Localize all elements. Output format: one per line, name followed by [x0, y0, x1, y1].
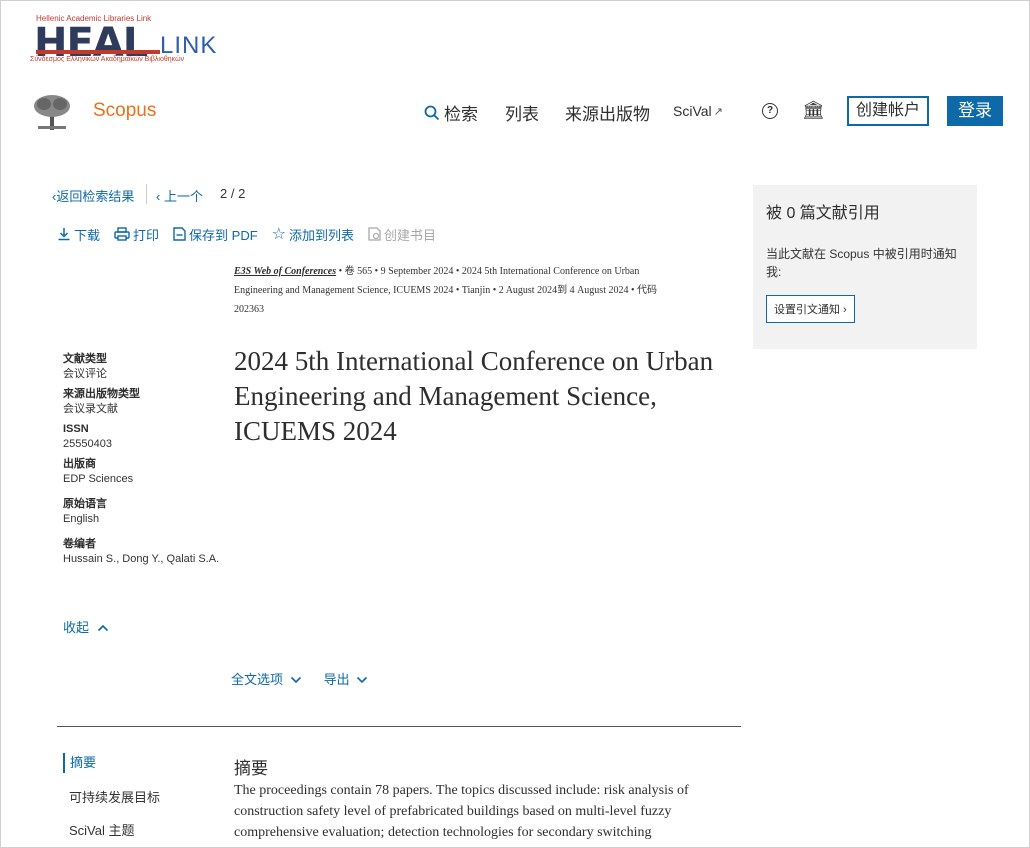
toc-item-scival-topic[interactable]: SciVal 主题 [63, 820, 160, 839]
document-actions: 下载 打印 保存到 PDF ☆ 添加到列表 创建书目 [57, 224, 436, 244]
back-to-results-link[interactable]: ‹返回检索结果 [52, 186, 134, 205]
save-pdf-button[interactable]: 保存到 PDF [173, 224, 258, 244]
journal-link[interactable]: E3S Web of Conferences [234, 266, 336, 277]
search-icon [424, 105, 440, 120]
meta-line-1: E3S Web of Conferences • 卷 565 • 9 Septe… [234, 262, 739, 281]
meta-line-1-rest: • 卷 565 • 9 September 2024 • 2024 5th In… [336, 266, 640, 277]
cited-by-panel: 被 0 篇文献引用 当此文献在 Scopus 中被引用时通知我: 设置引文通知 … [753, 185, 977, 349]
set-citation-alert-label: 设置引文通知 [774, 304, 840, 316]
download-button[interactable]: 下载 [57, 224, 100, 244]
result-pager: 2 / 2 [220, 186, 246, 201]
source-type-value: 会议录文献 [63, 403, 118, 415]
abstract-text: The proceedings contain 78 papers. The t… [234, 783, 689, 840]
nav-sources[interactable]: 来源出版物 [565, 100, 650, 125]
chevron-left-icon: ‹ [156, 189, 164, 204]
nav-search[interactable]: 检索 [424, 100, 478, 125]
export-label: 导出 [323, 672, 350, 687]
document-title: 2024 5th International Conference on Urb… [234, 346, 714, 446]
abstract-heading: 摘要 [234, 759, 268, 778]
cited-by-heading: 被 0 篇文献引用 [766, 205, 880, 222]
back-to-results-label: 返回检索结果 [56, 189, 135, 204]
publisher-key: 出版商 [63, 458, 96, 470]
nav-lists[interactable]: 列表 [505, 100, 539, 125]
nav-search-label: 检索 [444, 105, 478, 124]
meta-line-2: Engineering and Management Science, ICUE… [234, 285, 657, 296]
login-button[interactable]: 登录 [947, 96, 1003, 126]
section-divider [57, 726, 741, 727]
section-nav: 摘要 可持续发展目标 SciVal 主题 [63, 753, 160, 839]
print-icon [114, 227, 130, 241]
language-key: 原始语言 [63, 498, 107, 510]
editors-key: 卷编者 [63, 538, 96, 550]
collapse-label: 收起 [63, 620, 90, 635]
document-details: 文献类型 会议评论 来源出版物类型 会议录文献 ISSN 25550403 出版… [63, 352, 223, 572]
editors-value: Hussain S., Dong Y., Qalati S.A. [63, 553, 220, 565]
create-bibliography-label: 创建书目 [384, 227, 437, 243]
download-icon [58, 228, 70, 241]
create-bibliography-button[interactable]: 创建书目 [368, 224, 436, 244]
add-to-list-label: 添加到列表 [289, 227, 355, 243]
issn-value: 25550403 [63, 438, 112, 450]
language-value: English [63, 513, 100, 525]
source-type-key: 来源出版物类型 [63, 388, 140, 400]
create-account-button[interactable]: 创建帐户 [847, 96, 929, 126]
full-text-options-label: 全文选项 [231, 672, 284, 687]
source-metadata: E3S Web of Conferences • 卷 565 • 9 Septe… [234, 262, 739, 319]
toc-item-sdg[interactable]: 可持续发展目标 [63, 787, 160, 806]
doc-type-key: 文献类型 [63, 353, 107, 365]
chevron-right-icon: › [840, 304, 847, 316]
toc-item-abstract[interactable]: 摘要 [63, 753, 160, 773]
previous-link[interactable]: ‹ 上一个 [156, 186, 203, 205]
issn-key: ISSN [63, 423, 89, 435]
pdf-icon [173, 227, 186, 241]
institution-icon[interactable]: 🏛 [802, 100, 825, 121]
download-label: 下载 [74, 227, 101, 243]
bibliography-icon [368, 227, 381, 241]
doc-type-value: 会议评论 [63, 368, 107, 380]
cited-by-description: 当此文献在 Scopus 中被引用时通知我: [766, 247, 957, 279]
nav-scival[interactable]: SciVal ↗ [673, 103, 723, 119]
publisher-value: EDP Sciences [63, 473, 134, 485]
help-icon[interactable]: ? [762, 103, 778, 119]
scopus-brand[interactable]: Scopus [93, 100, 156, 122]
chevron-down-icon [290, 676, 301, 684]
chevron-down-icon [357, 676, 368, 684]
print-label: 打印 [133, 227, 160, 243]
full-text-options-button[interactable]: 全文选项 [231, 669, 302, 688]
nav-scival-label: SciVal [673, 103, 712, 119]
collapse-toggle[interactable]: 收起 [63, 617, 109, 636]
set-citation-alert-button[interactable]: 设置引文通知 › [766, 295, 855, 323]
print-button[interactable]: 打印 [114, 224, 159, 244]
heal-underline [36, 50, 160, 54]
export-button[interactable]: 导出 [324, 669, 369, 688]
save-pdf-label: 保存到 PDF [189, 227, 258, 243]
meta-line-3: 202363 [234, 304, 264, 315]
add-to-list-button[interactable]: ☆ 添加到列表 [272, 224, 354, 244]
external-link-icon: ↗ [713, 105, 723, 118]
elsevier-tree-icon[interactable] [30, 92, 74, 132]
star-icon: ☆ [271, 226, 286, 243]
fulltext-toolbar: 全文选项 导出 [231, 669, 368, 688]
heal-sub-text: Σύνδεσμος Ελληνικών Ακαδημαϊκών Βιβλιοθη… [30, 56, 185, 63]
breadcrumb-divider [146, 184, 147, 204]
chevron-up-icon [97, 624, 108, 632]
previous-label: 上一个 [163, 189, 203, 204]
